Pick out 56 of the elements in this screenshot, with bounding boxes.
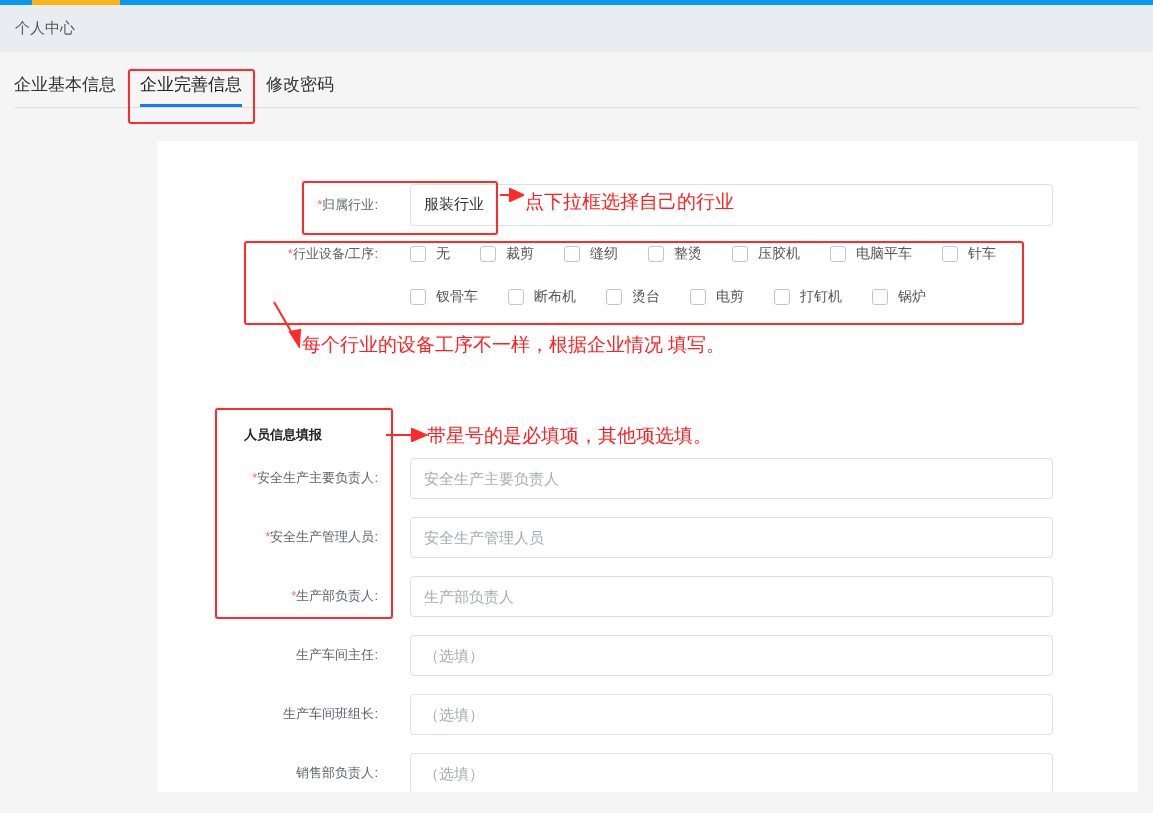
arrow: [386, 428, 428, 442]
required-mark: *: [265, 529, 271, 545]
input-field[interactable]: （选填）: [410, 752, 1053, 792]
required-mark: *: [252, 470, 258, 486]
input-field[interactable]: 安全生产主要负责人: [410, 457, 1053, 499]
annotation-note: 每个行业的设备工序不一样，根据企业情况 填写。: [302, 333, 726, 357]
input-field[interactable]: 安全生产管理人员: [410, 516, 1053, 558]
arrow: [500, 188, 524, 202]
checkbox-label: 烫台: [632, 287, 660, 306]
tab[interactable]: 修改密码: [266, 72, 334, 107]
required-mark: *: [291, 588, 297, 604]
checkbox-label: 断布机: [534, 287, 576, 306]
checkbox[interactable]: [732, 245, 748, 262]
checkbox[interactable]: [872, 288, 888, 305]
field-label: 行业设备/工序:: [292, 245, 378, 261]
annotation-note: 带星号的是必填项，其他项选填。: [427, 424, 712, 448]
required-mark: *: [317, 196, 323, 212]
field-label: 归属行业:: [322, 196, 378, 212]
input-field[interactable]: （选填）: [410, 634, 1053, 676]
checkbox[interactable]: [774, 288, 790, 305]
field-label: 安全生产主要负责人:: [257, 470, 378, 486]
annotation-note: 点下拉框选择自己的行业: [525, 190, 734, 214]
checkbox[interactable]: [648, 245, 664, 262]
checkbox-label: 打钉机: [800, 287, 842, 306]
field-label: 生产车间班组长:: [283, 706, 378, 722]
field-label: 生产部负责人:: [296, 588, 378, 604]
checkbox[interactable]: [508, 288, 524, 305]
tab[interactable]: 企业基本信息: [14, 72, 116, 107]
checkbox-label: 裁剪: [506, 244, 534, 263]
checkbox[interactable]: [564, 245, 580, 262]
checkbox-label: 缝纫: [590, 244, 618, 263]
tab[interactable]: 企业完善信息: [140, 72, 242, 107]
checkbox[interactable]: [830, 245, 846, 262]
field-label: 生产车间主任:: [296, 647, 378, 663]
checkbox-label: 电脑平车: [856, 244, 912, 263]
checkbox-label: 电剪: [716, 287, 744, 306]
page-title: 个人中心: [15, 18, 75, 39]
checkbox[interactable]: [410, 288, 426, 305]
checkbox[interactable]: [690, 288, 706, 305]
checkbox[interactable]: [480, 245, 496, 262]
input-field[interactable]: 生产部负责人: [410, 575, 1053, 617]
checkbox-label: 针车: [968, 244, 996, 263]
checkbox[interactable]: [606, 288, 622, 305]
checkbox-label: 无: [436, 244, 450, 263]
section-title: 人员信息填报: [244, 426, 322, 442]
field-label: 销售部负责人:: [296, 765, 378, 781]
checkbox-label: 钗骨车: [436, 287, 478, 306]
field-label: 安全生产管理人员:: [270, 529, 378, 545]
checkbox[interactable]: [942, 245, 958, 262]
checkbox-label: 压胶机: [758, 244, 800, 263]
checkbox[interactable]: [410, 245, 426, 262]
checkbox-label: 锅炉: [898, 287, 926, 306]
input-field[interactable]: （选填）: [410, 693, 1053, 735]
required-mark: *: [287, 245, 293, 261]
checkbox-label: 整烫: [674, 244, 702, 263]
arrow: [272, 300, 302, 348]
